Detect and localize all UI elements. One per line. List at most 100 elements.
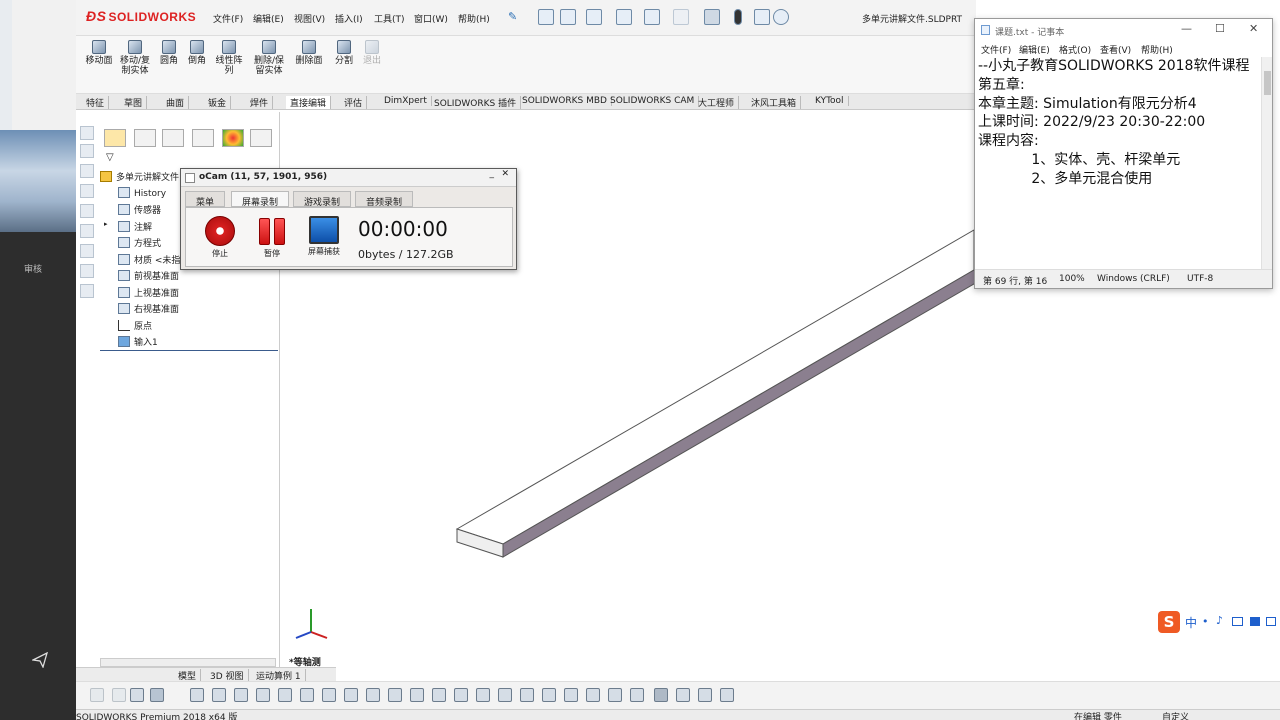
notepad-close-button[interactable]: ✕ [1249,22,1258,35]
expand-arrow-icon[interactable]: ▸ [104,220,108,228]
ribbon-move-face-button[interactable]: 移动面 [82,40,116,66]
tab-surfaces[interactable]: 曲面 [162,96,190,109]
menu-window[interactable]: 窗口(W) [414,12,448,25]
tree-item-top-plane[interactable]: 上视基准面 [118,286,179,299]
review-label[interactable]: 审核 [24,262,42,275]
notepad-menu-help[interactable]: 帮助(H) [1141,43,1173,56]
file-properties-icon[interactable] [754,9,770,25]
hud-tool-icon-23[interactable] [608,688,622,702]
tree-rollback-bar[interactable] [100,350,278,351]
custom-side-icon-4[interactable] [80,284,94,298]
tab-mufeng-toolbox[interactable]: 沐风工具箱 [747,96,802,109]
hud-tool-icon-16[interactable] [454,688,468,702]
options-gear-icon[interactable] [773,9,789,25]
ocam-stop-button[interactable]: 停止 [200,216,240,259]
notepad-text-area[interactable]: --小丸子教育SOLIDWORKS 2018软件课程 第五章: 本章主题: Si… [978,57,1260,271]
hud-tool-icon-2[interactable] [112,688,126,702]
scrollbar-thumb[interactable] [1264,71,1271,95]
property-tab-icon[interactable] [134,129,156,147]
hud-tool-icon-21[interactable] [564,688,578,702]
hud-tool-icon-13[interactable] [388,688,402,702]
menu-help[interactable]: 帮助(H) [458,12,490,25]
tab-weldments[interactable]: 焊件 [246,96,274,109]
property-manager-side-icon[interactable] [80,144,94,158]
ocam-minimize-button[interactable]: _ [490,169,495,179]
status-custom-units[interactable]: 自定义 [1162,710,1189,720]
tab-kytool[interactable]: KYTool [811,96,849,106]
tree-item-front-plane[interactable]: 前视基准面 [118,269,179,282]
traffic-light-icon[interactable] [734,9,742,25]
hud-tool-icon-1[interactable] [90,688,104,702]
tab-engineer[interactable]: 大工程师 [694,96,740,109]
ocam-tab-game-record[interactable]: 游戏录制 [293,191,352,208]
solidworks-logo[interactable]: ƉS SOLIDWORKS [86,8,196,24]
menu-edit[interactable]: 编辑(E) [253,12,284,25]
hud-tool-icon-28[interactable] [720,688,734,702]
tab-direct-editing[interactable]: 直接编辑 [286,96,332,109]
undo-icon[interactable] [673,9,689,25]
notepad-menu-view[interactable]: 查看(V) [1100,43,1131,56]
hud-tool-icon-19[interactable] [520,688,534,702]
notepad-menu-edit[interactable]: 编辑(E) [1019,43,1050,56]
dimxpert-tab-icon[interactable] [192,129,214,147]
filter-icon[interactable]: ▽ [106,152,114,163]
ribbon-chamfer-button[interactable]: 倒角 [184,40,210,66]
custom-side-icon-1[interactable] [80,224,94,238]
tree-item-origin[interactable]: 原点 [118,319,152,332]
pin-icon[interactable]: ✎ [508,10,517,23]
ime-punctuation-icon[interactable]: • [1202,615,1209,628]
tab-dimxpert[interactable]: DimXpert [380,96,432,106]
hud-tool-icon-7[interactable] [256,688,270,702]
ribbon-delete-keep-body-button[interactable]: 删除/保留实体 [252,40,286,76]
menu-view[interactable]: 视图(V) [294,12,325,25]
hud-tool-icon-26[interactable] [676,688,690,702]
custom-side-icon-2[interactable] [80,244,94,258]
tab-solidworks-mbd[interactable]: SOLIDWORKS MBD [518,96,612,106]
tab-sheet-metal[interactable]: 钣金 [204,96,232,109]
hud-tool-icon-6[interactable] [234,688,248,702]
configuration-side-icon[interactable] [80,164,94,178]
ocam-screen-capture-button[interactable]: 屏幕捕获 [304,216,344,257]
display-manager-side-icon[interactable] [80,204,94,218]
tree-tab-scroll-arrows[interactable] [250,129,272,147]
hud-tool-icon-8[interactable] [278,688,292,702]
ribbon-delete-face-button[interactable]: 删除面 [292,40,326,66]
tree-item-sensors[interactable]: 传感器 [118,203,161,216]
tree-item-equations[interactable]: 方程式 [118,236,161,249]
hud-tool-icon-24[interactable] [630,688,644,702]
hud-tool-icon-11[interactable] [344,688,358,702]
tab-features[interactable]: 特征 [82,96,110,109]
ocam-tab-menu[interactable]: 菜单 [185,191,226,208]
notepad-menu-file[interactable]: 文件(F) [981,43,1011,56]
beam-side-face[interactable] [502,269,980,558]
tab-solidworks-cam[interactable]: SOLIDWORKS CAM [606,96,700,106]
ime-skin-icon[interactable] [1250,617,1260,626]
ribbon-fillet-button[interactable]: 圆角 [156,40,182,66]
ime-toolbox-icon[interactable] [1266,617,1276,626]
custom-side-icon-3[interactable] [80,264,94,278]
tree-item-right-plane[interactable]: 右视基准面 [118,302,179,315]
menu-file[interactable]: 文件(F) [213,12,243,25]
ocam-tab-screen-record[interactable]: 屏幕录制 [231,191,290,208]
ribbon-linear-pattern-button[interactable]: 线性阵列 [214,40,244,76]
home-icon[interactable] [538,9,554,25]
ocam-pause-button[interactable]: 暂停 [252,216,292,259]
feature-manager-side-icon[interactable] [80,126,94,140]
tab-evaluate[interactable]: 评估 [340,96,368,109]
feature-tree-tab-icon[interactable] [104,129,126,147]
tree-item-imported1[interactable]: 输入1 [118,335,158,348]
hud-tool-icon-17[interactable] [476,688,490,702]
dimxpert-side-icon[interactable] [80,184,94,198]
hud-tool-icon-27[interactable] [698,688,712,702]
tab-solidworks-addins[interactable]: SOLIDWORKS 插件 [430,96,522,109]
ocam-title-bar[interactable]: oCam (11, 57, 1901, 956) _ ✕ [181,169,516,187]
tab-sketch[interactable]: 草图 [120,96,148,109]
tree-root-part[interactable]: 多单元讲解文件 [100,170,179,183]
ime-chinese-mode[interactable]: 中 [1185,614,1197,631]
hud-tool-icon-3[interactable] [130,688,144,702]
ribbon-move-copy-body-button[interactable]: 移动/复制实体 [118,40,152,76]
notepad-vertical-scrollbar[interactable] [1261,57,1272,271]
display-manager-tab-icon[interactable] [222,129,244,147]
new-document-icon[interactable] [560,9,576,25]
tree-horizontal-scrollbar[interactable] [100,658,276,667]
